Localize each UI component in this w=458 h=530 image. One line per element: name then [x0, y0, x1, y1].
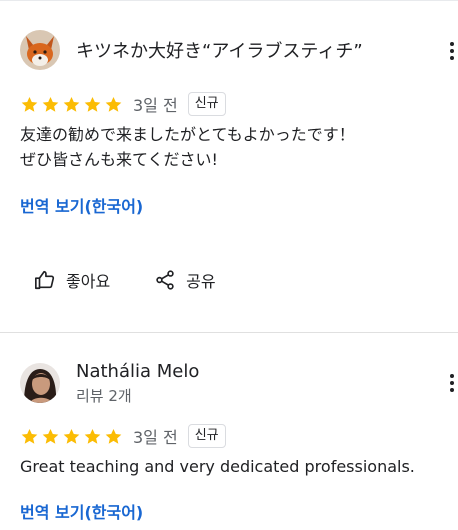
translate-link[interactable]: 번역 보기(한국어) — [20, 193, 143, 217]
review-text-line: 友達の勧めで来ましたがとてもよかったです！ — [20, 125, 355, 144]
more-vert-icon[interactable] — [444, 373, 458, 395]
star-icon — [105, 428, 122, 444]
share-label: 공유 — [186, 272, 216, 291]
thumbs-up-icon — [35, 270, 55, 290]
share-icon — [156, 270, 174, 290]
star-icon — [42, 428, 59, 444]
star-icon — [21, 96, 38, 112]
rating-row: 3일 전 신규 — [20, 92, 226, 116]
more-vert-icon[interactable] — [444, 41, 458, 63]
translate-link[interactable]: 번역 보기(한국어) — [20, 499, 143, 523]
star-rating — [20, 427, 123, 446]
review-time: 3일 전 — [133, 428, 178, 447]
review-text: Great teaching and very dedicated profes… — [20, 454, 440, 479]
star-icon — [42, 96, 59, 112]
review-text-line: Great teaching and very dedicated profes… — [20, 457, 415, 476]
star-icon — [105, 96, 122, 112]
share-button[interactable]: 공유 — [154, 268, 216, 292]
star-icon — [63, 428, 80, 444]
avatar[interactable] — [20, 30, 60, 70]
author-name[interactable]: Nathália Melo — [76, 361, 199, 382]
author-review-count: 리뷰 2개 — [76, 387, 132, 405]
star-icon — [84, 96, 101, 112]
star-icon — [21, 428, 38, 444]
author-name[interactable]: キツネか大好き“アイラブスティチ” — [76, 37, 363, 63]
star-icon — [84, 428, 101, 444]
person-avatar-icon — [20, 363, 60, 403]
review-card: キツネか大好き“アイラブスティチ” 3일 전 신규 友達の勧めで来ましたがとても… — [0, 0, 458, 332]
avatar[interactable] — [20, 363, 60, 403]
review-time: 3일 전 — [133, 96, 178, 115]
like-button[interactable]: 좋아요 — [34, 268, 110, 292]
review-card: Nathália Melo 리뷰 2개 3일 전 신규 Great teachi… — [0, 333, 458, 530]
review-text: 友達の勧めで来ましたがとてもよかったです！ ぜひ皆さんも来てください! — [20, 122, 440, 172]
fox-avatar-icon — [20, 30, 60, 70]
rating-row: 3일 전 신규 — [20, 424, 226, 448]
new-badge: 신규 — [187, 92, 226, 116]
star-rating — [20, 95, 123, 114]
review-actions: 좋아요 공유 — [34, 266, 216, 294]
star-icon — [63, 96, 80, 112]
new-badge: 신규 — [187, 424, 226, 448]
like-label: 좋아요 — [66, 272, 111, 291]
review-text-line: ぜひ皆さんも来てください! — [20, 150, 218, 169]
